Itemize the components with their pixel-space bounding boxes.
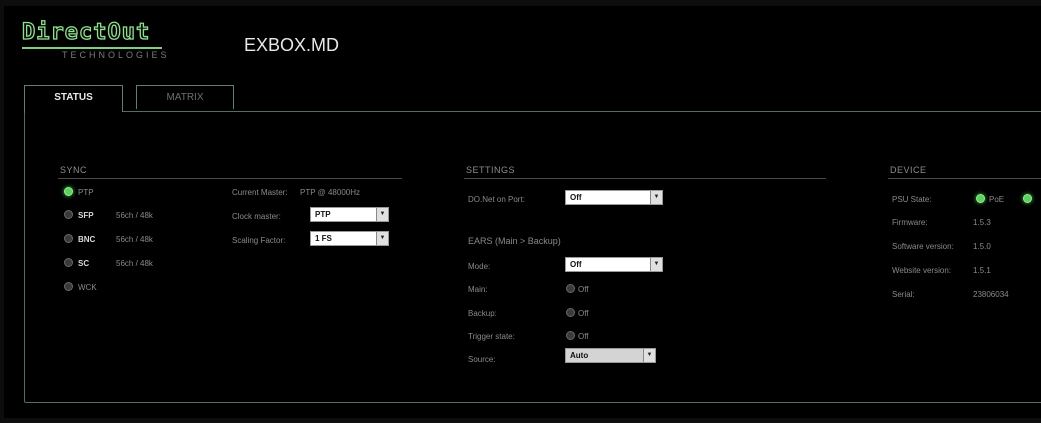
sync-divider: [58, 178, 402, 179]
firmware-value: 1.5.3: [973, 218, 991, 227]
ears-mode-select-value: Off: [570, 260, 582, 269]
ears-trigger-value: Off: [578, 332, 589, 341]
donet-port-select[interactable]: Off ▼: [565, 190, 663, 205]
scaling-factor-select[interactable]: 1 FS ▼: [310, 231, 389, 246]
logo-subtitle: TECHNOLOGIES: [62, 50, 170, 60]
psu-state-label: PSU State:: [892, 195, 932, 204]
ears-main-value: Off: [578, 285, 589, 294]
software-version-value: 1.5.0: [973, 242, 991, 251]
chevron-down-icon: ▼: [643, 349, 655, 362]
sync-sfp-label: SFP: [78, 211, 94, 220]
ears-trigger-indicator: [566, 331, 575, 340]
serial-value: 23806034: [973, 290, 1009, 299]
sync-ptp-label: PTP: [78, 188, 94, 197]
device-section-title: DEVICE: [890, 165, 927, 175]
current-master-value: PTP @ 48000Hz: [300, 188, 361, 197]
settings-section-title: SETTINGS: [466, 165, 516, 175]
psu-poe-label: PoE: [989, 195, 1005, 204]
software-version-label: Software version:: [892, 242, 954, 251]
sync-sfp-indicator[interactable]: [64, 210, 73, 219]
device-divider: [888, 178, 1041, 179]
logo-wordmark: DirectOut: [21, 20, 151, 45]
ears-mode-select[interactable]: Off ▼: [565, 257, 663, 272]
chevron-down-icon: ▼: [376, 208, 388, 221]
website-version-label: Website version:: [892, 266, 951, 275]
sync-bnc-detail: 56ch / 48k: [116, 235, 153, 244]
donet-port-label: DO.Net on Port:: [468, 195, 525, 204]
ears-source-select[interactable]: Auto ▼: [565, 348, 656, 363]
ears-backup-label: Backup:: [468, 309, 497, 318]
ears-source-select-value: Auto: [570, 351, 589, 360]
sync-sc-label: SC: [78, 259, 90, 268]
current-master-label: Current Master:: [232, 188, 288, 197]
website-version-value: 1.5.1: [973, 266, 991, 275]
logo-underline: [22, 47, 162, 49]
clock-master-select-value: PTP: [315, 210, 331, 219]
sync-wck-label: WCK: [78, 283, 97, 292]
serial-label: Serial:: [892, 290, 915, 299]
ears-backup-value: Off: [578, 309, 589, 318]
ears-mode-label: Mode:: [468, 262, 491, 271]
firmware-label: Firmware:: [892, 218, 928, 227]
settings-divider: [464, 178, 826, 179]
sync-bnc-indicator[interactable]: [64, 234, 73, 243]
sync-sc-indicator[interactable]: [64, 258, 73, 267]
clock-master-label: Clock master:: [232, 212, 281, 221]
status-panel: [24, 111, 1041, 403]
sync-sc-detail: 56ch / 48k: [116, 259, 153, 268]
ears-source-label: Source:: [468, 355, 496, 364]
tab-matrix[interactable]: MATRIX: [136, 85, 234, 109]
sync-ptp-indicator[interactable]: [64, 187, 73, 196]
clock-master-select[interactable]: PTP ▼: [310, 207, 389, 222]
ears-backup-indicator: [566, 308, 575, 317]
sync-section-title: SYNC: [60, 165, 88, 175]
psu-poe-indicator: [976, 194, 985, 203]
ears-title: EARS (Main > Backup): [468, 236, 561, 246]
chevron-down-icon: ▼: [376, 232, 388, 245]
donet-port-select-value: Off: [570, 193, 582, 202]
scaling-factor-label: Scaling Factor:: [232, 236, 286, 245]
scaling-factor-select-value: 1 FS: [315, 234, 332, 243]
chevron-down-icon: ▼: [650, 191, 662, 204]
ears-main-label: Main:: [468, 285, 488, 294]
tab-status[interactable]: STATUS: [24, 85, 123, 112]
chevron-down-icon: ▼: [650, 258, 662, 271]
device-name: EXBOX.MD: [244, 35, 340, 55]
directout-logo: DirectOut TECHNOLOGIES: [21, 20, 222, 60]
psu-second-indicator: [1023, 194, 1032, 203]
sync-bnc-label: BNC: [78, 235, 96, 244]
ears-trigger-label: Trigger state:: [468, 332, 515, 341]
sync-sfp-detail: 56ch / 48k: [116, 211, 153, 220]
ears-main-indicator: [566, 284, 575, 293]
sync-wck-indicator[interactable]: [64, 282, 73, 291]
